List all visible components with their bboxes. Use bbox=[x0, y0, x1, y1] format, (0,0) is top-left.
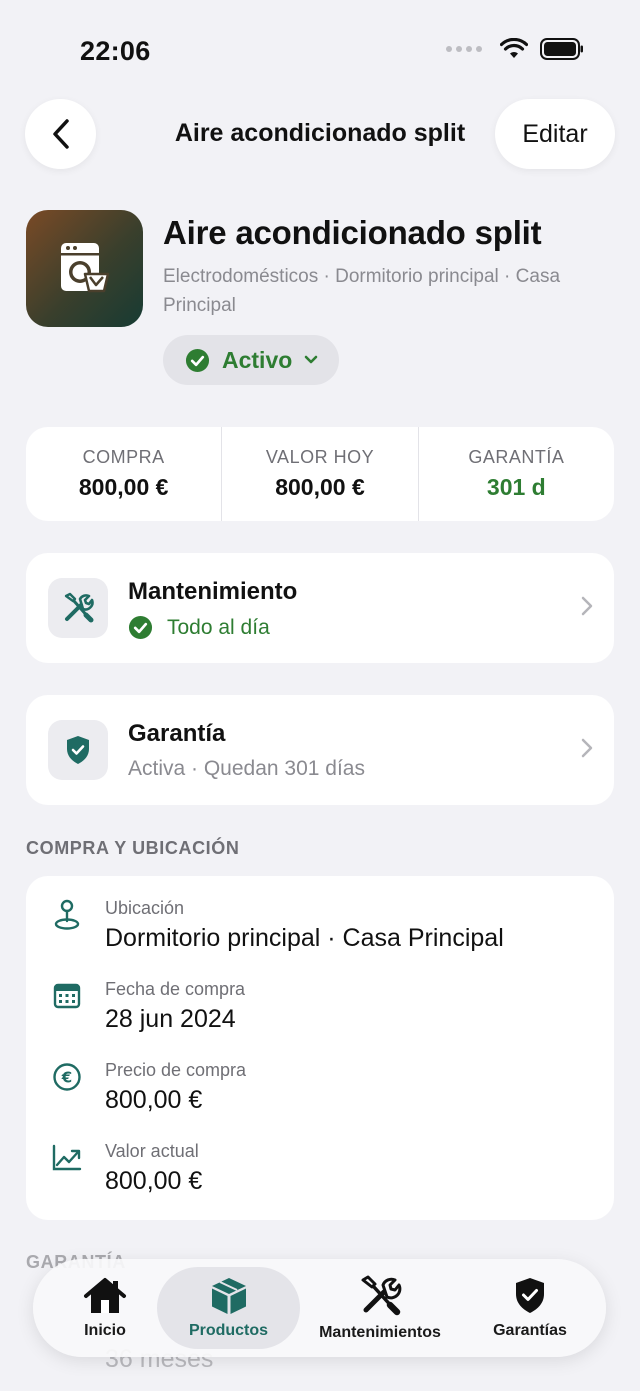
detail-purchase-price: € Precio de compra 800,00 € bbox=[26, 1038, 614, 1118]
tab-productos[interactable]: Productos bbox=[157, 1267, 300, 1349]
euro-icon: € bbox=[52, 1062, 82, 1092]
detail-value: 800,00 € bbox=[105, 1086, 203, 1114]
detail-current-value: Valor actual 800,00 € bbox=[26, 1119, 614, 1199]
detail-value: Dormitorio principal · Casa Principal bbox=[105, 924, 504, 952]
warranty-title: Garantía bbox=[128, 720, 226, 747]
shield-check-icon bbox=[67, 736, 89, 764]
product-subtitle: Electrodomésticos · Dormitorio principal… bbox=[163, 266, 561, 316]
tab-garantias[interactable]: Garantías bbox=[485, 1267, 575, 1349]
stat-value: 800,00 € bbox=[275, 474, 365, 500]
product-name: Aire acondicionado split bbox=[163, 214, 542, 251]
stat-value: 301 d bbox=[486, 474, 546, 500]
maintenance-title: Mantenimiento bbox=[128, 578, 298, 605]
calendar-icon bbox=[52, 981, 82, 1011]
chevron-right-icon bbox=[581, 738, 593, 758]
detail-value: 800,00 € bbox=[105, 1167, 203, 1195]
edit-button[interactable]: Editar bbox=[495, 99, 615, 169]
tab-label: Productos bbox=[188, 1322, 269, 1339]
maintenance-status-text: Todo al día bbox=[167, 615, 270, 639]
tab-label: Inicio bbox=[84, 1322, 126, 1339]
stat-warranty: GARANTÍA 301 d bbox=[419, 427, 614, 521]
tab-label: Garantías bbox=[493, 1322, 567, 1339]
check-circle-icon bbox=[185, 348, 210, 372]
navigation-bar: Aire acondicionado split Editar bbox=[0, 99, 640, 169]
shield-check-icon bbox=[516, 1278, 544, 1313]
row-icon-box bbox=[48, 720, 108, 780]
status-bar: 22:06 bbox=[0, 0, 640, 100]
detail-label: Precio de compra bbox=[105, 1060, 247, 1080]
tab-inicio[interactable]: Inicio bbox=[63, 1267, 147, 1349]
stat-label: COMPRA bbox=[82, 447, 165, 467]
tools-icon bbox=[64, 592, 94, 623]
status-dropdown[interactable]: Activo bbox=[163, 335, 339, 385]
row-icon-box bbox=[48, 578, 108, 638]
svg-text:€: € bbox=[61, 1069, 72, 1087]
detail-location: Ubicación Dormitorio principal · Casa Pr… bbox=[26, 876, 614, 956]
washing-machine-icon bbox=[60, 242, 109, 292]
chevron-down-icon bbox=[304, 355, 318, 364]
trend-chart-icon bbox=[52, 1143, 82, 1173]
stat-current-value: VALOR HOY 800,00 € bbox=[222, 427, 419, 521]
status-label: Activo bbox=[222, 346, 293, 373]
box-icon bbox=[211, 1278, 246, 1314]
purchase-details-card: Ubicación Dormitorio principal · Casa Pr… bbox=[26, 876, 614, 1220]
stats-card: COMPRA 800,00 € VALOR HOY 800,00 € GARAN… bbox=[26, 427, 614, 521]
stat-label: VALOR HOY bbox=[265, 447, 375, 467]
tab-label: Mantenimientos bbox=[319, 1324, 441, 1341]
stat-purchase: COMPRA 800,00 € bbox=[26, 427, 223, 521]
chevron-right-icon bbox=[581, 596, 593, 616]
detail-purchase-date: Fecha de compra 28 jun 2024 bbox=[26, 957, 614, 1037]
status-time: 22:06 bbox=[80, 36, 151, 66]
stat-value: 800,00 € bbox=[78, 474, 169, 500]
tab-mantenimientos[interactable]: Mantenimientos bbox=[316, 1267, 444, 1349]
product-icon bbox=[26, 210, 143, 327]
detail-value: 28 jun 2024 bbox=[105, 1005, 236, 1033]
maintenance-row[interactable]: Mantenimiento Todo al día bbox=[26, 553, 614, 663]
section-header-purchase: COMPRA Y UBICACIÓN bbox=[26, 838, 240, 858]
stat-label: GARANTÍA bbox=[468, 447, 565, 467]
home-icon bbox=[84, 1278, 126, 1313]
check-circle-icon bbox=[128, 615, 153, 640]
wifi-icon bbox=[500, 38, 528, 58]
detail-label: Valor actual bbox=[105, 1141, 199, 1161]
warranty-status: Activa · Quedan 301 días bbox=[128, 757, 365, 780]
tools-icon bbox=[361, 1275, 402, 1316]
detail-label: Fecha de compra bbox=[105, 979, 246, 999]
battery-icon bbox=[540, 38, 583, 60]
warranty-row[interactable]: Garantía Activa · Quedan 301 días bbox=[26, 695, 614, 805]
status-icons bbox=[446, 38, 584, 60]
location-pin-icon bbox=[52, 899, 82, 930]
cellular-signal-icon bbox=[446, 46, 482, 52]
tab-bar: Inicio Productos Mantenimientos Garantía… bbox=[33, 1259, 606, 1357]
detail-label: Ubicación bbox=[105, 898, 185, 918]
maintenance-status: Todo al día bbox=[128, 615, 270, 640]
product-header: Aire acondicionado split Electrodoméstic… bbox=[26, 210, 616, 390]
